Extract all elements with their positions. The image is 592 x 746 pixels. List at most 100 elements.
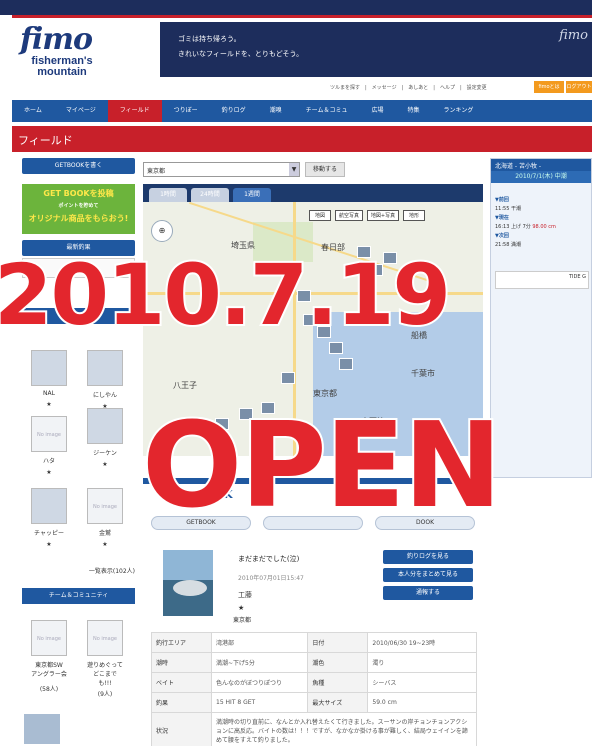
user-card[interactable]: No image 金鷲 ★	[80, 488, 130, 548]
user-name: 金鷲	[98, 530, 111, 537]
tide-panel: 北海道 - 苫小牧 - 2010/7/1(木) 中潮 ▼前回 11:55 干潮 …	[490, 158, 592, 478]
page-title: フィールド	[18, 134, 73, 147]
map-type-terrain[interactable]: 地形	[403, 210, 425, 221]
top-links[interactable]: ツルまを探す | メッセージ | あしあと | ヘルプ | 設定変更	[330, 84, 487, 91]
tide-prev-label: ▼前回	[495, 197, 509, 203]
nav-item-mypage[interactable]: マイページ	[54, 100, 108, 122]
catch-user-star-icon: ★	[238, 604, 245, 612]
map-label: 八王子	[173, 381, 197, 390]
tide-prev-text: 11:55 干潮	[495, 206, 521, 212]
map-pan-control[interactable]: ⊕	[151, 220, 173, 242]
field-label: 釣行エリア	[151, 632, 212, 653]
field-value: 湾港部	[210, 632, 309, 653]
catch-timestamp: 2010年07月01日15:47	[238, 575, 304, 582]
user-avatar	[31, 350, 67, 386]
user-card[interactable]: No image ハタ ★	[24, 416, 74, 476]
table-row: 釣行エリア 湾港部 日付 2010/06/30 19~23時	[151, 632, 477, 653]
team-photo[interactable]	[24, 714, 60, 744]
map-type-map[interactable]: 地図	[309, 210, 331, 221]
team-community-header: チーム＆コミュニティ	[22, 588, 135, 604]
user-avatar	[31, 488, 67, 524]
team-card[interactable]: No image 東京都SW アングラー会 (58人)	[24, 620, 74, 693]
nav-item-fishing-log[interactable]: 釣りログ	[210, 100, 258, 122]
logout-button[interactable]: ログアウト	[566, 81, 592, 93]
promo-line-1: GET BOOKを投稿	[43, 189, 114, 198]
getbook-button[interactable]: GETBOOKを書く	[22, 158, 135, 174]
nav-item-square[interactable]: 広場	[359, 100, 395, 122]
banner-logo: fimo	[559, 28, 588, 43]
report-button[interactable]: 通報する	[383, 586, 473, 600]
field-label: 魚種	[307, 672, 369, 693]
main-nav: ホーム マイページ フィールド つりぼー 釣りログ 潮嗅 チーム＆コミュ 広場 …	[12, 100, 592, 122]
user-name: チャッピー	[34, 530, 64, 537]
user-name: にしやん	[93, 392, 117, 399]
open-overlay: OPEN	[140, 396, 504, 534]
field-value: 満潮~下げ5分	[210, 652, 309, 673]
promo-line-3: オリジナル商品をもらおう!	[28, 214, 129, 223]
table-row: ベイト 色んなのがぼつりぽつり 魚種 シーバス	[151, 672, 477, 693]
catch-title: まだまだでした(泣)	[238, 555, 300, 563]
map-type-aerial[interactable]: 航空写真	[335, 210, 363, 221]
nav-item-team[interactable]: チーム＆コミュ	[294, 100, 360, 122]
team-card[interactable]: No image 遊りめぐって どこまで も!!! (9人)	[80, 620, 130, 698]
field-value: 2010/06/30 19~23時	[367, 632, 477, 653]
tide-next-label: ▼次回	[495, 233, 509, 239]
user-avatar	[87, 350, 123, 386]
view-fishing-log-button[interactable]: 釣りログを見る	[383, 550, 473, 564]
catch-user-name[interactable]: 工藤	[238, 590, 252, 600]
team-count: (58人)	[39, 686, 59, 693]
table-row: 状況 満潮時の切り直前に、なんとか入れ替えたくて行きました。スーサンの岸チョンチ…	[151, 712, 477, 746]
nav-item-feature[interactable]: 特集	[396, 100, 432, 122]
tide-now-label: ▼現在	[495, 215, 509, 221]
tide-graph-button[interactable]: TIDE G	[495, 271, 589, 289]
catch-marker[interactable]	[281, 372, 295, 384]
map-type-hybrid[interactable]: 地図+写真	[367, 210, 399, 221]
top-bar	[0, 0, 592, 15]
chevron-down-icon: ▼	[289, 163, 299, 176]
tab-1-week[interactable]: 1週間	[233, 188, 271, 202]
catch-marker[interactable]	[339, 358, 353, 370]
tab-24-hours[interactable]: 24時間	[191, 188, 229, 202]
promo-line-2: ポイントを貯めて	[58, 203, 99, 209]
page: fimo fisherman's mountain ゴミは持ち帰ろう。 きれいなフ…	[0, 0, 592, 746]
nav-item-tide[interactable]: 潮嗅	[258, 100, 294, 122]
user-card[interactable]: NAL ★	[24, 350, 74, 408]
about-button[interactable]: fimoとは	[534, 81, 564, 93]
user-card[interactable]: ジーケン ★	[80, 408, 130, 468]
team-avatar: No image	[87, 620, 123, 656]
field-value: 濁り	[367, 652, 477, 673]
logo-script: fimo	[20, 22, 93, 57]
open-date-overlay: 2010.7.19	[0, 246, 453, 344]
team-count: (9人)	[97, 691, 113, 698]
nav-item-ranking[interactable]: ランキング	[432, 100, 486, 122]
time-range-tabs: 1時間 24時間 1週間	[143, 184, 483, 202]
prefecture-select[interactable]: 東京都 ▼	[143, 162, 300, 177]
user-name: ジーケン	[93, 450, 117, 457]
nav-item-home[interactable]: ホーム	[12, 100, 54, 122]
banner-line-2: きれいなフィールドを、とりもどそう。	[178, 50, 304, 58]
move-button[interactable]: 移動する	[305, 162, 345, 177]
tide-date: 2010/7/1(木) 中潮	[491, 171, 591, 183]
nav-item-tsuribo[interactable]: つりぼー	[162, 100, 210, 122]
getbook-promo-banner[interactable]: GET BOOKを投稿 ポイントを貯めて オリジナル商品をもらおう!	[22, 184, 135, 234]
tide-height: 98.00 cm	[532, 224, 556, 230]
field-value: シーバス	[367, 672, 477, 693]
map-label: 千葉市	[411, 369, 435, 378]
tab-1-hour[interactable]: 1時間	[149, 188, 187, 202]
nav-item-field[interactable]: フィールド	[107, 100, 162, 122]
user-card[interactable]: にしやん ★	[80, 350, 130, 410]
team-name: 遊りめぐって どこまで も!!!	[87, 662, 123, 687]
user-star-icon: ★	[102, 541, 108, 548]
catch-detail-table: 釣行エリア 湾港部 日付 2010/06/30 19~23時 潮時 満潮~下げ5…	[151, 632, 477, 746]
fimo-logo[interactable]: fimo fisherman's mountain	[12, 22, 132, 84]
catch-photo[interactable]	[163, 550, 213, 616]
top-red-line	[12, 15, 592, 18]
user-card[interactable]: チャッピー ★	[24, 488, 74, 548]
field-value: 色んなのがぼつりぽつり	[210, 672, 309, 693]
banner-line-1: ゴミは持ち帰ろう。	[178, 35, 241, 43]
view-user-summary-button[interactable]: 本人分をまとめて見る	[383, 568, 473, 582]
show-all-users-link[interactable]: 一覧表示(102人)	[22, 566, 135, 575]
field-label: 日付	[307, 632, 369, 653]
field-label: 最大サイズ	[307, 692, 369, 713]
prefecture-value: 東京都	[147, 168, 166, 175]
